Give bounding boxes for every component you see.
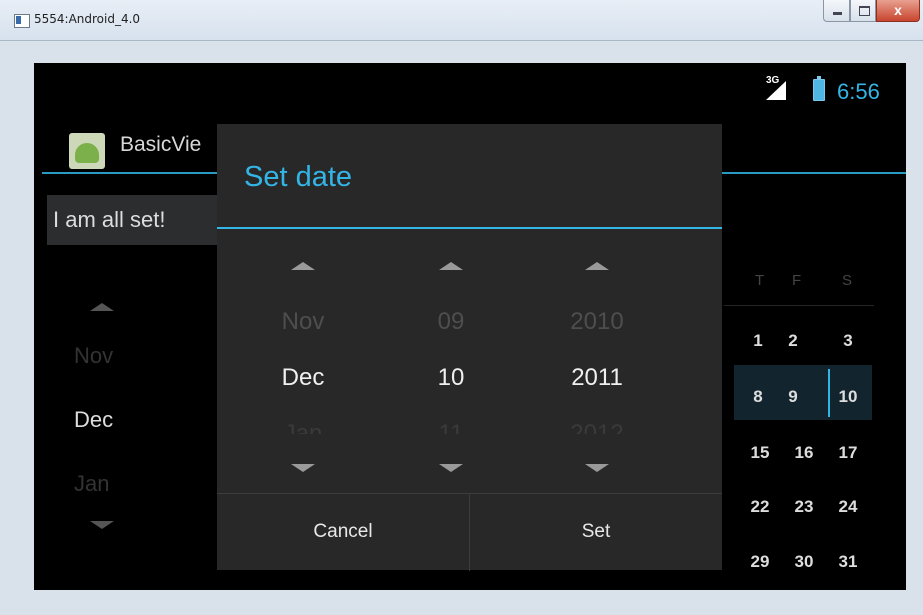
bg-month-current: Dec xyxy=(74,407,114,432)
year-increment-arrow-icon[interactable] xyxy=(585,262,609,270)
date-picker-dialog: Set date Nov Dec Jan 09 10 11 2010 2011 … xyxy=(217,124,722,571)
android-screen: 3G 6:56 BasicVie I am all set! Nov Dec J… xyxy=(34,63,906,590)
calendar-day[interactable]: 24 xyxy=(834,497,862,517)
month-prev-value[interactable]: Nov xyxy=(243,308,363,336)
bg-month-prev: Nov xyxy=(74,343,114,368)
maximize-icon xyxy=(859,6,870,16)
month-decrement-arrow-icon[interactable] xyxy=(291,464,315,472)
calendar-day[interactable]: 1 xyxy=(744,331,772,351)
bg-month-next: Jan xyxy=(74,471,110,496)
year-next-value[interactable]: 2012 xyxy=(537,420,657,434)
month-increment-arrow-icon[interactable] xyxy=(291,262,315,270)
window-title: 5554:Android_4.0 xyxy=(34,12,141,26)
set-button[interactable]: Set xyxy=(470,494,722,571)
emulator-app-icon xyxy=(14,14,30,28)
day-next-value[interactable]: 11 xyxy=(391,420,511,434)
calendar-selected-marker xyxy=(828,369,830,417)
day-prev-value[interactable]: 09 xyxy=(391,308,511,336)
year-prev-value[interactable]: 2010 xyxy=(537,308,657,336)
calendar-day[interactable]: 15 xyxy=(746,443,774,463)
bg-month-up-arrow-icon[interactable] xyxy=(90,303,114,311)
status-clock: 6:56 xyxy=(837,79,880,104)
year-decrement-arrow-icon[interactable] xyxy=(585,464,609,472)
day-current-value[interactable]: 10 xyxy=(391,364,511,392)
calendar-divider xyxy=(724,305,874,306)
calendar-day[interactable]: 3 xyxy=(834,331,862,351)
close-button[interactable]: x xyxy=(876,0,920,22)
calendar-day[interactable]: 23 xyxy=(790,497,818,517)
window-titlebar: 5554:Android_4.0 xyxy=(0,0,923,41)
dialog-title-divider xyxy=(217,227,722,229)
calendar-header-sat: S xyxy=(842,272,853,289)
calendar-header-fri: F xyxy=(792,272,802,289)
calendar-day[interactable]: 17 xyxy=(834,443,862,463)
dialog-button-bar: Cancel Set xyxy=(217,493,722,571)
minimize-icon xyxy=(833,12,842,15)
day-decrement-arrow-icon[interactable] xyxy=(439,464,463,472)
calendar-day[interactable]: 22 xyxy=(746,497,774,517)
network-type-label: 3G xyxy=(766,75,780,86)
month-current-value[interactable]: Dec xyxy=(243,364,363,392)
maximize-button[interactable] xyxy=(850,0,876,22)
month-next-value[interactable]: Jan xyxy=(243,420,363,434)
minimize-button[interactable] xyxy=(823,0,850,22)
bg-month-down-arrow-icon[interactable] xyxy=(90,521,114,529)
calendar-day[interactable]: 10 xyxy=(834,387,862,407)
day-increment-arrow-icon[interactable] xyxy=(439,262,463,270)
calendar-day[interactable]: 16 xyxy=(790,443,818,463)
calendar-day[interactable]: 30 xyxy=(790,552,818,572)
calendar-day[interactable]: 8 xyxy=(744,387,772,407)
activity-title: BasicVie xyxy=(120,133,202,156)
cancel-button[interactable]: Cancel xyxy=(217,494,469,571)
app-launcher-icon xyxy=(69,133,105,169)
calendar-day[interactable]: 9 xyxy=(779,387,807,407)
year-current-value[interactable]: 2011 xyxy=(537,364,657,392)
calendar-day[interactable]: 31 xyxy=(834,552,862,572)
dialog-title: Set date xyxy=(244,161,353,193)
calendar-day[interactable]: 2 xyxy=(779,331,807,351)
battery-charging-icon xyxy=(813,76,825,101)
close-icon: x xyxy=(894,2,902,18)
calendar-header-thu: T xyxy=(755,272,765,289)
calendar-day[interactable]: 29 xyxy=(746,552,774,572)
